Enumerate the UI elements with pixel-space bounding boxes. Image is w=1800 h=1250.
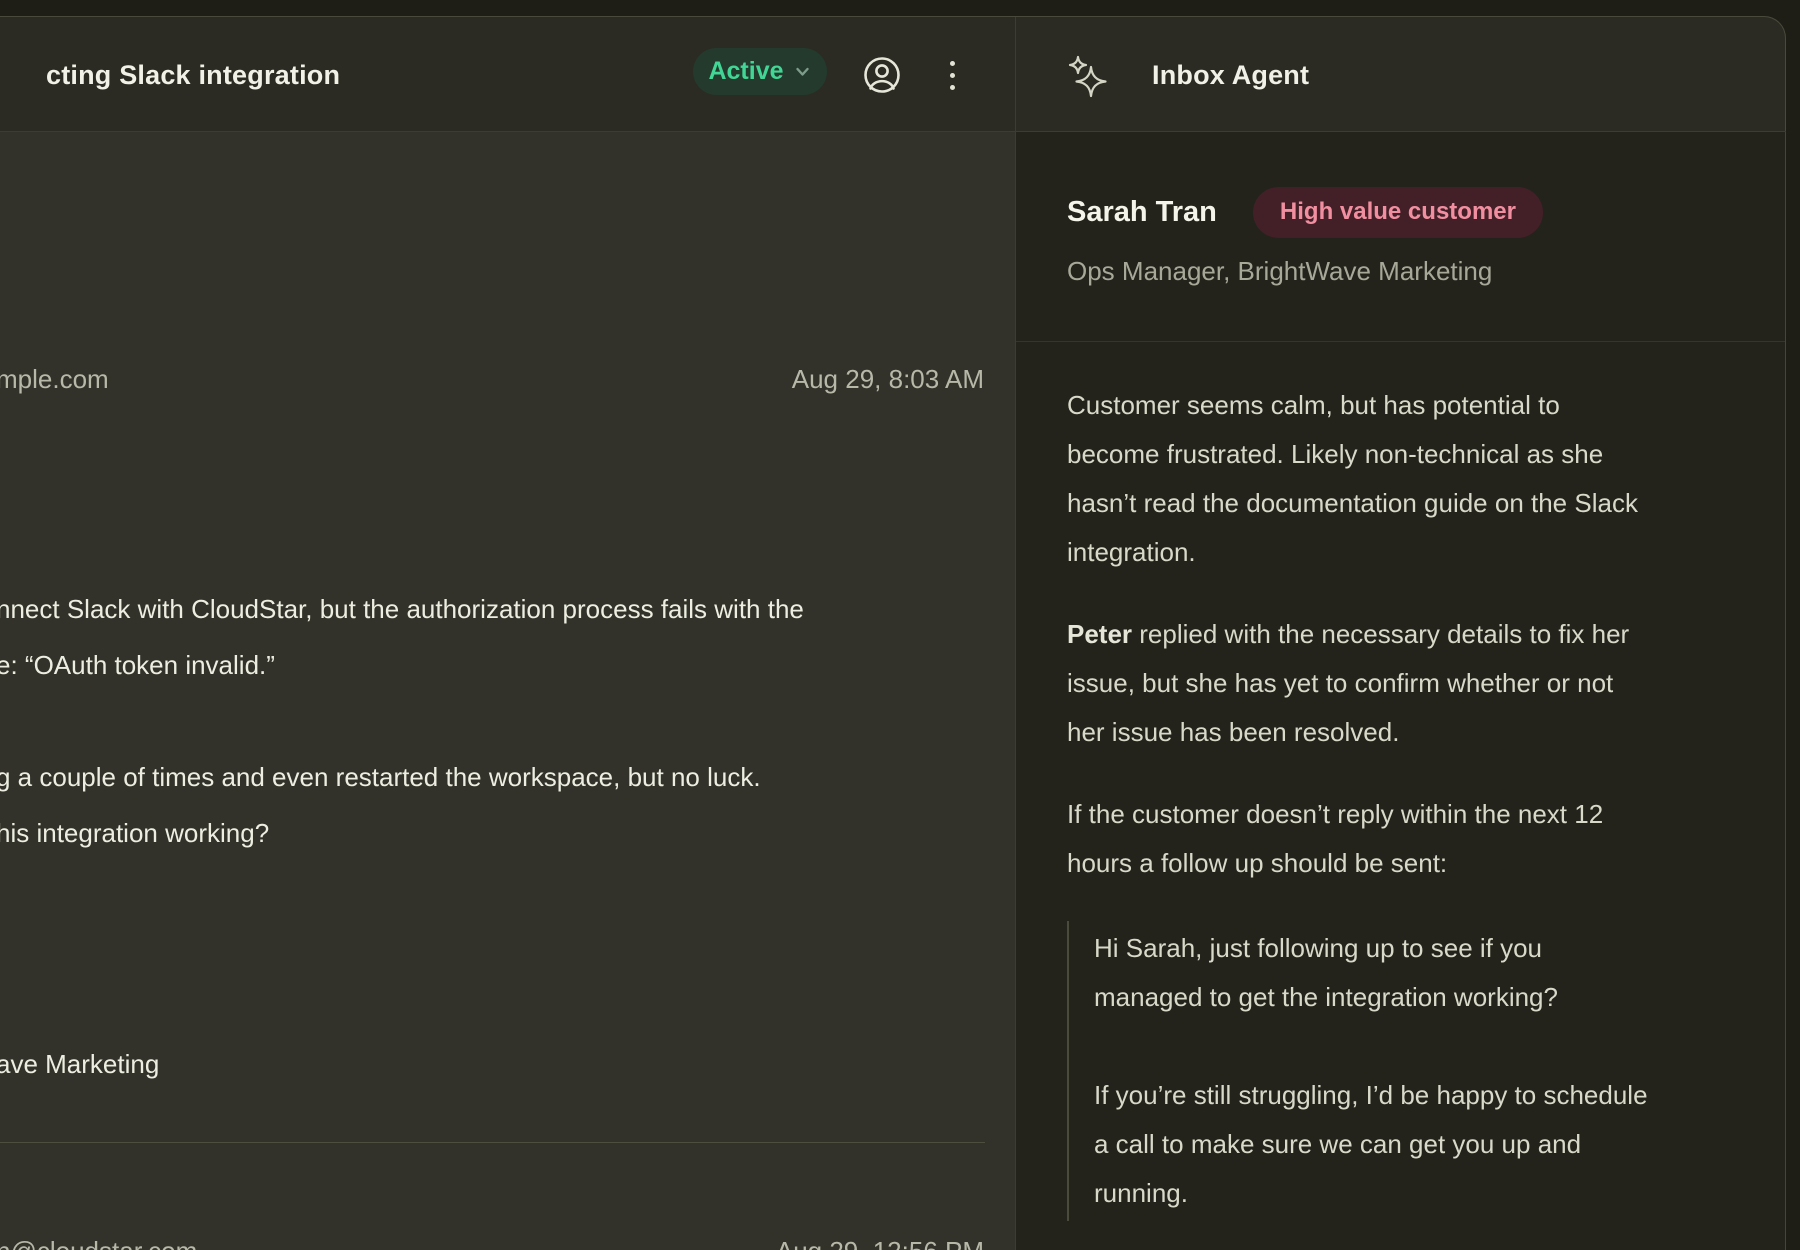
sender-email: n@cloudstar.com xyxy=(0,1236,197,1250)
mention-agent-name: Peter xyxy=(1067,619,1132,649)
status-label: Active xyxy=(708,57,783,86)
email-header-row[interactable]: n@cloudstar.com Aug 29, 12:56 PM xyxy=(0,1236,1015,1250)
sender-email: mple.com xyxy=(0,364,109,395)
email-header-row[interactable]: mple.com Aug 29, 8:03 AM xyxy=(0,364,1015,398)
analysis-paragraph: Peter replied with the necessary details… xyxy=(1067,610,1767,757)
agent-panel-title: Inbox Agent xyxy=(1152,60,1309,91)
sparkles-icon xyxy=(1063,52,1113,102)
customer-name: Sarah Tran xyxy=(1067,196,1217,229)
panel-divider xyxy=(1015,17,1016,1250)
email-body: nnect Slack with CloudStar, but the auth… xyxy=(0,581,804,861)
email-signature: ave Marketing xyxy=(0,1036,159,1092)
followup-draft-text: Hi Sarah, just following up to see if yo… xyxy=(1094,924,1767,1218)
conversation-subject-title: cting Slack integration xyxy=(46,60,340,91)
agent-panel-header: Inbox Agent xyxy=(1046,17,1786,131)
followup-draft-quote: Hi Sarah, just following up to see if yo… xyxy=(1067,921,1767,1221)
email-thread-panel: mple.com Aug 29, 8:03 AM nnect Slack wit… xyxy=(0,132,1015,1250)
profile-divider xyxy=(1016,341,1785,342)
analysis-paragraph: Customer seems calm, but has potential t… xyxy=(1067,381,1767,577)
app-window: mple.com Aug 29, 8:03 AM nnect Slack wit… xyxy=(0,0,1800,1250)
more-options-button[interactable] xyxy=(934,53,970,97)
analysis-paragraph: If the customer doesn’t reply within the… xyxy=(1067,790,1767,888)
customer-role: Ops Manager, BrightWave Marketing xyxy=(1067,256,1492,287)
email-timestamp: Aug 29, 8:03 AM xyxy=(792,364,984,395)
assignee-avatar-button[interactable] xyxy=(860,53,904,97)
kebab-menu-icon xyxy=(950,61,955,90)
chevron-down-icon xyxy=(793,62,812,81)
agent-analysis: Customer seems calm, but has potential t… xyxy=(1067,381,1767,1221)
thread-divider xyxy=(0,1142,985,1143)
inbox-agent-panel: Sarah Tran High value customer Ops Manag… xyxy=(1016,132,1785,1250)
user-avatar-icon xyxy=(862,55,902,95)
email-timestamp: Aug 29, 12:56 PM xyxy=(776,1236,984,1250)
window-right-edge xyxy=(1785,132,1786,1250)
header-divider xyxy=(0,131,1786,132)
high-value-customer-badge: High value customer xyxy=(1253,187,1543,238)
status-dropdown-button[interactable]: Active xyxy=(693,48,827,95)
